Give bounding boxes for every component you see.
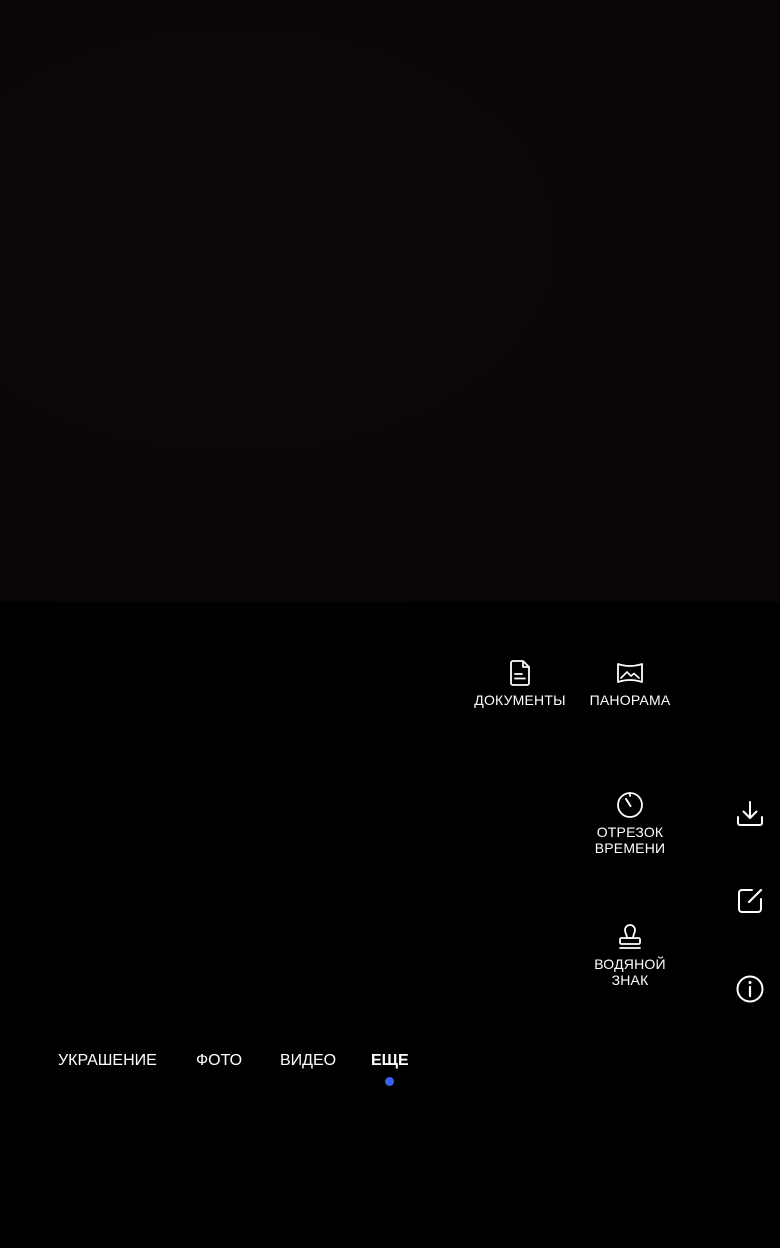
mode-documents-label: ДОКУМЕНТЫ	[474, 692, 566, 708]
document-icon	[510, 660, 530, 686]
mode-watermark-label: ВОДЯНОЙ ЗНАК	[594, 956, 666, 988]
tab-video[interactable]: ВИДЕО	[280, 1052, 336, 1070]
tab-beauty[interactable]: УКРАШЕНИЕ	[58, 1052, 157, 1070]
active-tab-indicator	[385, 1077, 394, 1086]
tab-more[interactable]: ЕЩЕ	[371, 1052, 409, 1070]
stamp-icon	[619, 924, 641, 949]
mode-panorama-label: ПАНОРАМА	[589, 692, 671, 708]
mode-watermark[interactable]: ВОДЯНОЙ ЗНАК	[575, 922, 685, 988]
tab-photo[interactable]: ФОТО	[196, 1052, 242, 1070]
mode-panorama[interactable]: ПАНОРАМА	[575, 658, 685, 708]
info-button[interactable]	[732, 971, 768, 1007]
mode-timelapse-label: ОТРЕЗОК ВРЕМЕНИ	[594, 824, 666, 856]
info-icon	[736, 975, 764, 1003]
timer-icon	[617, 792, 643, 818]
mode-documents[interactable]: ДОКУМЕНТЫ	[465, 658, 575, 708]
edit-icon	[738, 888, 763, 913]
mode-tabs: УКРАШЕНИЕ ФОТО ВИДЕО ЕЩЕ	[0, 1050, 780, 1090]
camera-viewfinder[interactable]	[0, 0, 780, 602]
download-button[interactable]	[732, 796, 768, 832]
download-icon	[737, 801, 763, 826]
panorama-icon	[617, 663, 643, 683]
mode-timelapse[interactable]: ОТРЕЗОК ВРЕМЕНИ	[575, 790, 685, 856]
edit-button[interactable]	[732, 883, 768, 919]
